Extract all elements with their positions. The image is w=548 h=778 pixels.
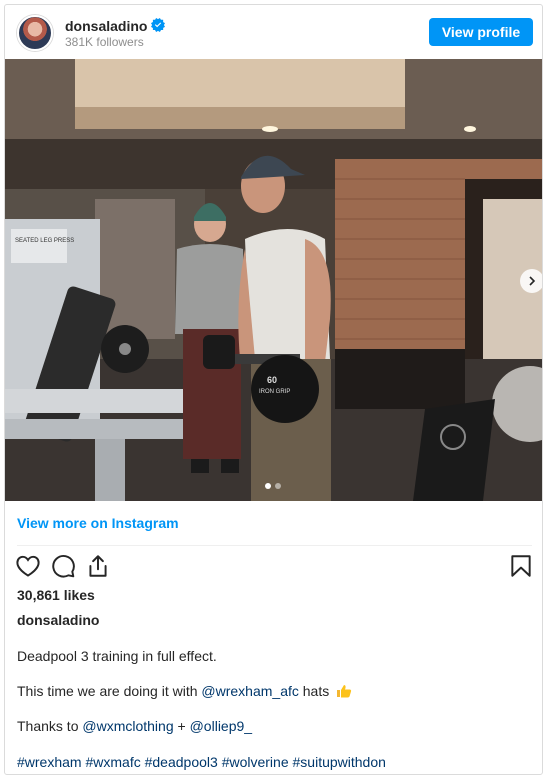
carousel-dot-active [265, 483, 271, 489]
hashtag-link[interactable]: #suitupwithdon [293, 754, 386, 770]
hashtag-link[interactable]: #wrexham [17, 754, 82, 770]
heart-icon[interactable] [15, 553, 41, 579]
likes-count[interactable]: 30,861 likes [17, 587, 95, 603]
avatar[interactable] [17, 15, 53, 51]
caption-text: hats [298, 683, 330, 699]
verified-badge-icon [151, 18, 165, 32]
post-photo[interactable]: SEATED LEG PRESS 60 IRON GRIP [5, 59, 542, 501]
caption-line-2: This time we are doing it with @wrexham_… [17, 683, 352, 699]
caption-text: Thanks to [17, 718, 83, 734]
hashtag-link[interactable]: #wolverine [222, 754, 289, 770]
view-profile-button[interactable]: View profile [429, 18, 533, 46]
dumbbell-weight-text: 60 [267, 375, 277, 385]
view-more-link[interactable]: View more on Instagram [17, 515, 179, 531]
caption-username[interactable]: donsaladino [17, 612, 99, 628]
thumbs-up-emoji-icon [337, 685, 352, 698]
caption-text: + [173, 718, 190, 734]
instagram-embed-card: donsaladino 381K followers View profile [4, 4, 543, 775]
bookmark-icon[interactable] [508, 553, 534, 579]
machine-sign-text: SEATED LEG PRESS [15, 238, 74, 244]
mention-link[interactable]: @olliep9_ [190, 718, 252, 734]
carousel-dot [275, 483, 281, 489]
share-icon[interactable] [85, 553, 111, 579]
chevron-right-icon [529, 276, 536, 286]
caption-line-1: Deadpool 3 training in full effect. [17, 648, 217, 664]
caption-text: This time we are doing it with [17, 683, 202, 699]
divider [17, 545, 532, 546]
username[interactable]: donsaladino [65, 18, 147, 34]
mention-link[interactable]: @wxmclothing [82, 718, 173, 734]
action-bar [5, 553, 542, 581]
caption-line-3: Thanks to @wxmclothing + @olliep9_ [17, 718, 252, 734]
carousel-indicator [265, 483, 281, 489]
gym-photo-illustration: SEATED LEG PRESS 60 IRON GRIP [5, 59, 542, 501]
dumbbell-brand-text: IRON GRIP [259, 389, 290, 395]
post-header: donsaladino 381K followers View profile [5, 5, 542, 59]
hashtag-link[interactable]: #wxmafc [85, 754, 140, 770]
followers-count: 381K followers [65, 35, 144, 49]
caption-hashtags: #wrexham #wxmafc #deadpool3 #wolverine #… [17, 754, 386, 770]
hashtag-link[interactable]: #deadpool3 [145, 754, 218, 770]
comment-icon[interactable] [50, 553, 76, 579]
mention-link[interactable]: @wrexham_afc [201, 683, 298, 699]
carousel-next-button[interactable] [520, 269, 542, 293]
